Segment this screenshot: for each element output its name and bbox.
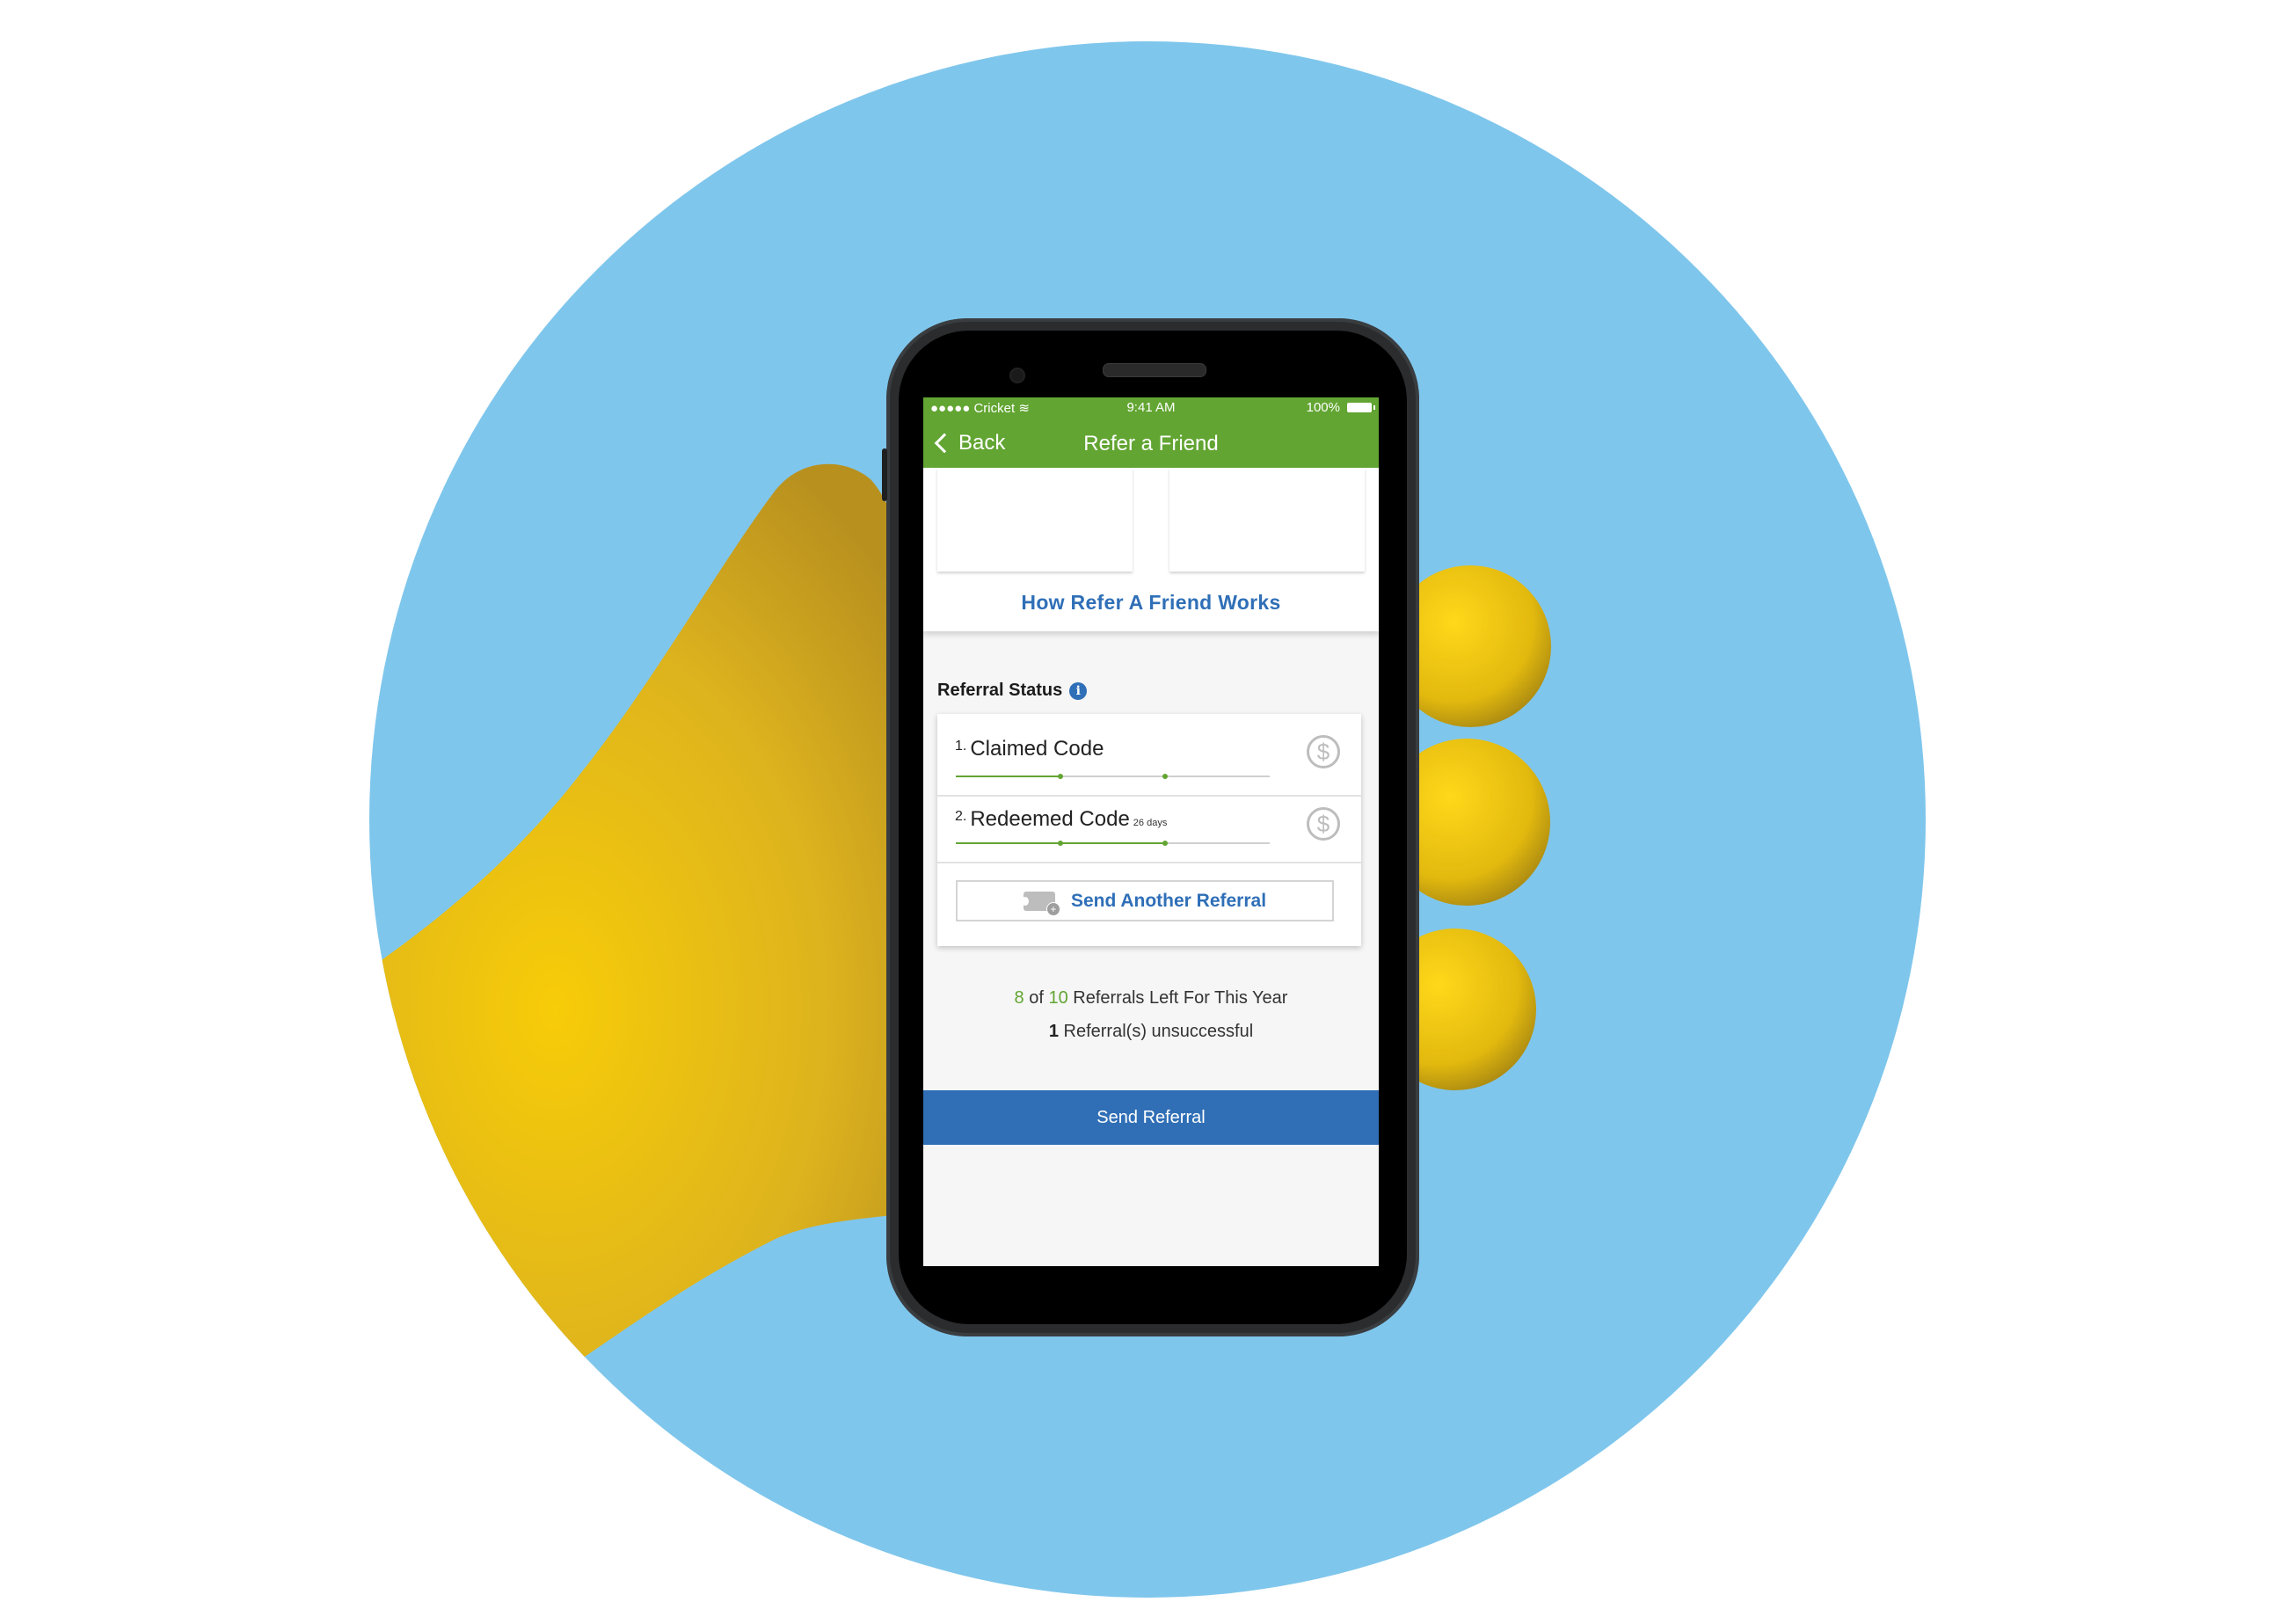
send-another-referral-label: Send Another Referral: [1070, 890, 1267, 911]
page-title: Refer a Friend: [1083, 432, 1219, 455]
step-title: 1. Claimed Code: [955, 737, 1104, 761]
phone-side-button: [882, 448, 887, 501]
ticket-add-icon: [1021, 891, 1060, 916]
referral-status-heading: Referral Status i: [937, 681, 1088, 701]
info-icon[interactable]: i: [1069, 681, 1088, 700]
referrals-left-text: 8 of 10 Referrals Left For This Year: [923, 988, 1379, 1009]
referral-status-label: Referral Status: [937, 681, 1063, 700]
battery-percent: 100%: [1306, 400, 1340, 415]
step-progress-track: [956, 841, 1270, 846]
navigation-bar: Back Refer a Friend: [923, 419, 1379, 468]
referrals-left-suffix: Referrals Left For This Year: [1067, 988, 1288, 1008]
earpiece-speaker: [1103, 363, 1206, 377]
info-card[interactable]: [937, 468, 1133, 572]
step-progress-fill: [956, 776, 1060, 777]
send-referral-button[interactable]: Send Referral: [923, 1090, 1379, 1145]
front-camera: [1009, 368, 1025, 383]
step-number: 1.: [955, 739, 967, 754]
progress-dot: [1058, 774, 1063, 779]
step-label: Claimed Code: [970, 737, 1104, 761]
step-days-remaining: 26 days: [1133, 818, 1168, 828]
dollar-circle-icon: $: [1307, 735, 1340, 768]
progress-dot: [1162, 774, 1168, 779]
referrals-total-count: 10: [1048, 988, 1068, 1008]
dollar-circle-icon: $: [1307, 807, 1340, 841]
info-card[interactable]: [1169, 468, 1365, 572]
send-another-referral-button[interactable]: Send Another Referral: [956, 880, 1334, 921]
step-label: Redeemed Code: [970, 807, 1130, 831]
how-it-works-section: How Refer A Friend Works: [923, 468, 1379, 631]
referral-step: 1. Claimed Code $: [937, 714, 1361, 797]
step-number: 2.: [955, 809, 967, 824]
step-title: 2. Redeemed Code 26 days: [955, 807, 1167, 832]
of-text: of: [1024, 988, 1049, 1008]
referral-status-card: 1. Claimed Code $ 2. Redeemed Code 26 days …: [937, 714, 1361, 946]
referrals-remaining-count: 8: [1014, 988, 1024, 1008]
unsuccessful-referrals-text: 1 Referral(s) unsuccessful: [923, 1022, 1379, 1042]
unsuccessful-count: 1: [1048, 1022, 1059, 1041]
referral-step: 2. Redeemed Code 26 days $: [937, 795, 1361, 863]
step-progress-track: [956, 774, 1270, 779]
how-refer-a-friend-works-link[interactable]: How Refer A Friend Works: [923, 591, 1379, 615]
unsuccessful-suffix: Referral(s) unsuccessful: [1058, 1022, 1254, 1041]
battery-icon: [1347, 403, 1375, 412]
phone-screen: ●●●●● Cricket ≋ 9:41 AM 100% Back Refer …: [923, 397, 1379, 1266]
progress-dot: [1058, 841, 1063, 846]
status-bar: ●●●●● Cricket ≋ 9:41 AM 100%: [923, 397, 1379, 419]
progress-dot: [1162, 841, 1168, 846]
